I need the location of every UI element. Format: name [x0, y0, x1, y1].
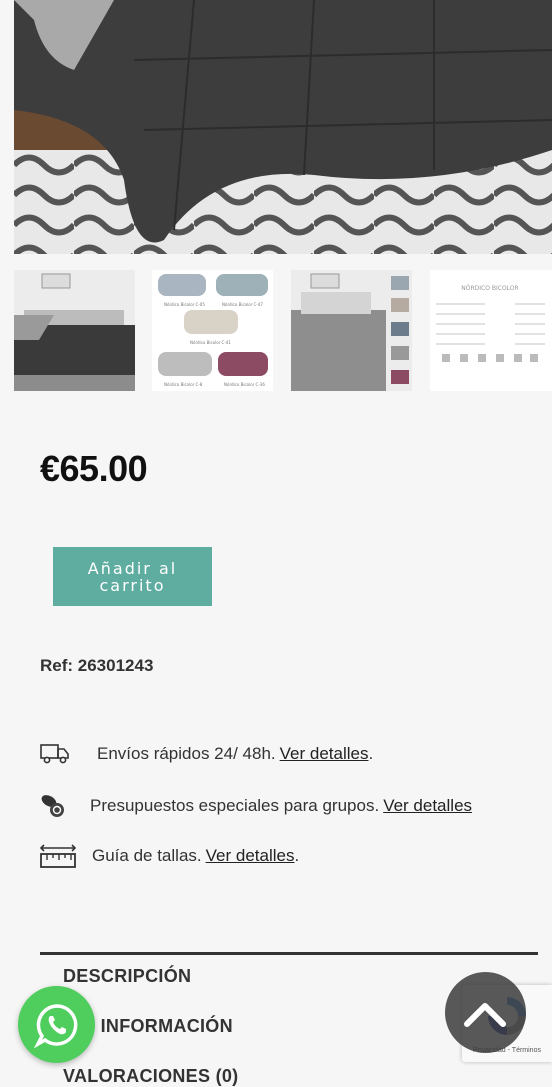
shipping-details-link[interactable]: Ver detalles	[280, 744, 369, 764]
truck-icon	[40, 744, 69, 764]
thumbnail-4[interactable]: NÓRDICO BICOLOR	[430, 270, 552, 391]
measuring-tape-icon	[40, 844, 76, 868]
comforter-photo	[14, 0, 552, 254]
scroll-top-button[interactable]	[445, 972, 526, 1053]
shipping-info: Envíos rápidos 24/ 48h. Ver detalles.	[40, 743, 373, 765]
product-price: €65.00	[40, 448, 148, 489]
add-to-cart-button[interactable]: Añadir al carrito	[53, 547, 212, 606]
thumbnail-3[interactable]	[291, 270, 412, 391]
thumbnail-1[interactable]	[14, 270, 135, 391]
product-main-image[interactable]	[14, 0, 552, 254]
thumbnail-size-chart: NÓRDICO BICOLOR	[430, 270, 552, 391]
sizes-text: Guía de tallas.	[92, 846, 202, 865]
tab-description[interactable]: DESCRIPCIÓN	[63, 966, 191, 987]
groups-details-link[interactable]: Ver detalles	[383, 796, 472, 816]
groups-text: Presupuestos especiales para grupos.	[90, 796, 380, 815]
sizes-info: Guía de tallas. Ver detalles.	[40, 843, 299, 869]
whatsapp-icon	[33, 1003, 77, 1048]
swatch-label-3: Nórdico Bicolor C-41	[190, 340, 231, 345]
swatch-label-5: Nórdico Bicolor C-36	[224, 382, 265, 387]
tab-reviews[interactable]: VALORACIONES (0)	[63, 1066, 238, 1087]
thumbnail-bed-photo	[14, 270, 135, 391]
thumbnail-bed-grey	[291, 270, 412, 391]
tab-more-info[interactable]: S INFORMACIÓN	[83, 1016, 233, 1037]
tabs-divider	[40, 952, 538, 955]
swatch-label-4: Nórdico Bicolor C-8	[164, 382, 203, 387]
swatch-label-2: Nórdico Bicolor C-47	[222, 302, 263, 307]
groups-info: Presupuestos especiales para grupos. Ver…	[40, 793, 472, 819]
thumbnail-gallery: Nórdico Bicolor C-05 Nórdico Bicolor C-4…	[14, 270, 552, 392]
coins-icon	[41, 795, 64, 817]
size-sheet-title: NÓRDICO BICOLOR	[461, 285, 518, 292]
sizes-details-link[interactable]: Ver detalles	[206, 846, 295, 866]
thumbnail-color-swatches: Nórdico Bicolor C-05 Nórdico Bicolor C-4…	[152, 270, 273, 391]
product-ref: Ref: 26301243	[40, 656, 154, 675]
swatch-label-1: Nórdico Bicolor C-05	[164, 302, 205, 307]
thumbnail-2[interactable]: Nórdico Bicolor C-05 Nórdico Bicolor C-4…	[152, 270, 273, 391]
whatsapp-button[interactable]	[18, 986, 95, 1063]
arrow-up-icon	[464, 1003, 506, 1027]
shipping-text: Envíos rápidos 24/ 48h.	[97, 744, 276, 763]
